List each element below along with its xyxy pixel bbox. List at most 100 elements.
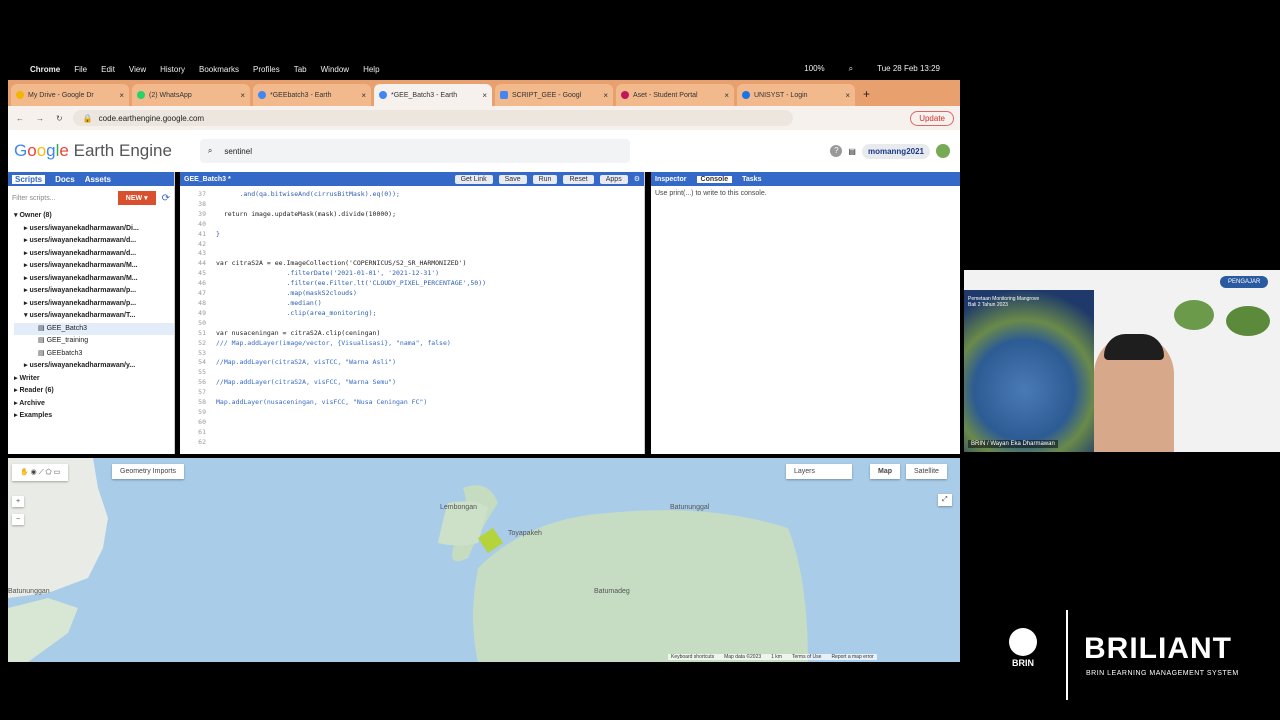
close-icon[interactable]: × [119, 91, 124, 100]
tab-assets[interactable]: Assets [85, 175, 111, 184]
tree-owner[interactable]: ▾ Owner (8) [14, 210, 174, 223]
tree-reader[interactable]: ▸ Reader (6) [14, 385, 174, 398]
menu-bookmarks[interactable]: Bookmarks [199, 65, 239, 74]
save-button[interactable]: Save [498, 174, 527, 184]
zoom-in-button[interactable]: + [12, 496, 25, 507]
reload-icon[interactable]: ↻ [56, 114, 63, 123]
tree-file-geebatch3[interactable]: ▤ GEEbatch3 [14, 348, 174, 361]
code-line[interactable]: 41} [180, 230, 644, 240]
code-line[interactable]: 45 .filterDate('2021-01-01', '2021-12-31… [180, 269, 644, 279]
menu-history[interactable]: History [160, 65, 185, 74]
layers-button[interactable]: Layers [786, 464, 852, 479]
code-line[interactable]: 48 .median() [180, 299, 644, 309]
tree-repo[interactable]: ▸ users/iwayanekadharmawan/p... [14, 285, 174, 298]
close-icon[interactable]: × [845, 91, 850, 100]
code-line[interactable]: 42 [180, 240, 644, 250]
app-name[interactable]: Chrome [30, 65, 60, 74]
code-line[interactable]: 56 //Map.addLayer(citraS2A, visFCC, "Warn… [180, 378, 644, 388]
google-earth-engine-logo[interactable]: Google Earth Engine [14, 141, 172, 161]
tree-repo[interactable]: ▸ users/iwayanekadharmawan/M... [14, 260, 174, 273]
code-line[interactable]: 54 //Map.addLayer(citraS2A, visTCC, "Warn… [180, 358, 644, 368]
close-icon[interactable]: × [361, 91, 366, 100]
tree-file-gee-training[interactable]: ▤ GEE_training [14, 335, 174, 348]
code-line[interactable]: 53 [180, 349, 644, 359]
new-button[interactable]: NEW ▾ [117, 191, 156, 205]
code-line[interactable]: 39 return image.updateMask(mask).divide(… [180, 210, 644, 220]
terms-link[interactable]: Terms of Use [792, 654, 821, 660]
tab-my-drive[interactable]: My Drive - Google Dr × [11, 84, 129, 106]
code-area[interactable]: 37 .and(qa.bitwiseAnd(cirrusBitMask).eq(… [180, 190, 644, 448]
drawing-tools[interactable]: ✋ ◉ ⟋ ⬠ ▭ [12, 464, 69, 481]
run-button[interactable]: Run [532, 174, 558, 184]
code-line[interactable]: 37 .and(qa.bitwiseAnd(cirrusBitMask).eq(… [180, 190, 644, 200]
update-button[interactable]: Update [910, 110, 954, 126]
tab-student-portal[interactable]: Aset - Student Portal × [616, 84, 734, 106]
forward-icon[interactable]: → [36, 114, 44, 123]
menu-file[interactable]: File [74, 65, 87, 74]
search-input[interactable]: ⌕ sentinel [199, 139, 630, 163]
code-line[interactable]: 40 [180, 220, 644, 230]
code-line[interactable]: 47 .map(maskS2clouds) [180, 289, 644, 299]
reset-button[interactable]: Reset [563, 174, 594, 184]
tree-repo[interactable]: ▸ users/iwayanekadharmawan/y... [14, 360, 174, 373]
tab-docs[interactable]: Docs [55, 175, 75, 184]
settings-icon[interactable]: ⚙ [634, 175, 640, 183]
tab-geebatch3[interactable]: *GEEbatch3 - Earth × [253, 84, 371, 106]
script-title[interactable]: GEE_Batch3 * [184, 176, 231, 183]
code-line[interactable]: 55 [180, 368, 644, 378]
menu-tab[interactable]: Tab [294, 65, 307, 74]
tab-console[interactable]: Console [696, 175, 733, 183]
tree-examples[interactable]: ▸ Examples [14, 410, 174, 423]
refresh-icon[interactable]: ⟳ [162, 193, 170, 204]
tree-repo[interactable]: ▸ users/iwayanekadharmawan/Di... [14, 223, 174, 236]
close-icon[interactable]: × [482, 91, 487, 100]
new-tab-button[interactable]: + [863, 87, 870, 101]
close-icon[interactable]: × [240, 91, 245, 100]
menu-edit[interactable]: Edit [101, 65, 115, 74]
fullscreen-icon[interactable]: ⤢ [938, 494, 952, 506]
tab-tasks[interactable]: Tasks [742, 176, 761, 183]
tree-writer[interactable]: ▸ Writer [14, 373, 174, 386]
tab-script-gee[interactable]: SCRIPT_GEE - Googl × [495, 84, 613, 106]
tree-repo[interactable]: ▸ users/iwayanekadharmawan/d... [14, 235, 174, 248]
code-line[interactable]: 49 .clip(area_monitoring); [180, 309, 644, 319]
code-line[interactable]: 61 [180, 428, 644, 438]
geometry-imports-button[interactable]: Geometry Imports [112, 464, 185, 479]
map-type-map[interactable]: Map [870, 464, 900, 479]
menu-help[interactable]: Help [363, 65, 379, 74]
map-type-satellite[interactable]: Satellite [906, 464, 947, 479]
code-line[interactable]: 57 [180, 388, 644, 398]
code-line[interactable]: 50 [180, 319, 644, 329]
menu-profiles[interactable]: Profiles [253, 65, 280, 74]
report-error-link[interactable]: Report a map error [831, 654, 873, 660]
code-line[interactable]: 58 Map.addLayer(nusaceningan, visFCC, "Nu… [180, 398, 644, 408]
code-line[interactable]: 62 [180, 438, 644, 448]
code-line[interactable]: 46 .filter(ee.Filter.lt('CLOUDY_PIXEL_PE… [180, 279, 644, 289]
close-icon[interactable]: × [603, 91, 608, 100]
feedback-icon[interactable]: ▤ [848, 147, 856, 156]
help-icon[interactable]: ? [830, 145, 843, 157]
search-icon[interactable]: ⌕ [849, 64, 853, 74]
url-field[interactable]: 🔒 code.earthengine.google.com [72, 110, 793, 126]
tab-gee-batch3[interactable]: *GEE_Batch3 - Earth × [374, 84, 492, 106]
get-link-button[interactable]: Get Link [454, 174, 493, 184]
menu-window[interactable]: Window [321, 65, 349, 74]
keyboard-shortcuts-link[interactable]: Keyboard shortcuts [671, 654, 714, 660]
apps-button[interactable]: Apps [599, 174, 628, 184]
tree-file-gee-batch3[interactable]: ▤ GEE_Batch3 [14, 322, 174, 335]
tab-inspector[interactable]: Inspector [655, 176, 687, 183]
map-view[interactable]: ✋ ◉ ⟋ ⬠ ▭ Geometry Imports Layers Map Sa… [8, 458, 960, 662]
avatar[interactable] [936, 144, 950, 158]
user-account[interactable]: momanng2021 [861, 143, 930, 159]
tab-whatsapp[interactable]: (2) WhatsApp × [132, 84, 250, 106]
tree-repo[interactable]: ▸ users/iwayanekadharmawan/p... [14, 298, 174, 311]
zoom-out-button[interactable]: − [12, 514, 25, 525]
filter-scripts-input[interactable]: Filter scripts... [12, 195, 56, 202]
back-icon[interactable]: ← [16, 114, 24, 123]
code-line[interactable]: 43 [180, 249, 644, 259]
code-line[interactable]: 51 var nusaceningan = citraS2A.clip(cenin… [180, 329, 644, 339]
tree-archive[interactable]: ▸ Archive [14, 398, 174, 411]
tree-repo-open[interactable]: ▾ users/iwayanekadharmawan/T... [14, 310, 174, 323]
tab-unisyst[interactable]: UNISYST - Login × [737, 84, 855, 106]
tab-scripts[interactable]: Scripts [12, 174, 46, 184]
